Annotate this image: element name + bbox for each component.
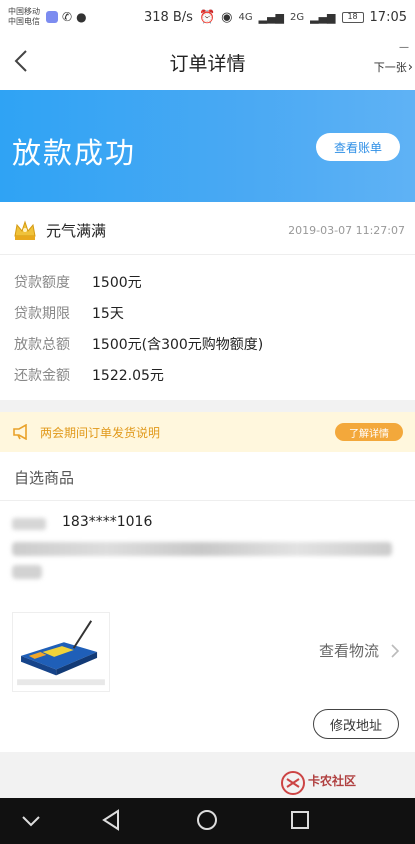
detail-value: 1500元(含300元购物额度) [92,336,264,353]
next-order-button[interactable]: 下一张› [374,59,413,75]
divider [0,254,415,255]
app-notification-icon [46,11,58,23]
detail-label: 贷款额度 [14,274,70,291]
network-speed: 318 B/s [143,9,193,25]
detail-label: 还款金额 [14,367,70,384]
home-icon[interactable] [195,808,219,832]
clock: 17:05 [369,9,407,25]
battery-icon: 18 [341,11,364,23]
notification-icons: ✆ ● [46,10,87,24]
loan-details: 贷款额度 1500元 贷款期限 15天 放款总额 1500元(含300元购物额度… [14,266,263,390]
address-blurred-line2 [12,565,42,579]
chevron-right-icon [391,643,400,658]
view-bill-button[interactable]: 查看账单 [316,133,400,161]
detail-value: 1522.05元 [92,367,164,384]
address-blurred [12,542,392,556]
divider [0,500,415,501]
detail-value: 15天 [92,305,124,322]
missed-call-icon: ✆ [62,10,73,24]
signal-2g: 2G [290,11,305,23]
status-bar: 中国移动 中国电信 ✆ ● 318 B/s ⏰ ◉ 4G ▂▄▆ 2G ▂▄▆ … [0,0,415,34]
merchant-name: 元气满满 [46,221,107,240]
watermark-logo-icon [281,771,305,795]
signal-icon-2: ▂▄▆ [310,10,336,24]
status-banner: 放款成功 查看账单 [0,90,415,202]
megaphone-icon [13,424,27,440]
signal-4g: 4G [238,11,253,23]
recipient-phone: 183****1016 [62,514,153,530]
message-icon: ● [76,10,87,24]
notice-text: 两会期间订单发货说明 [40,425,161,440]
top-dash: — [399,42,409,53]
signal-icon: ▂▄▆ [258,10,285,24]
back-icon[interactable] [100,808,124,832]
carrier-2: 中国电信 [8,17,40,26]
watermark: 卡农社区 [276,768,415,798]
recents-icon[interactable] [288,808,312,832]
order-time: 2019-03-07 11:27:07 [288,223,405,237]
detail-row: 贷款期限 15天 [14,297,263,328]
product-image[interactable] [12,612,110,692]
view-logistics-link[interactable]: 查看物流 [319,640,401,661]
page-title: 订单详情 [169,52,246,75]
carrier-labels: 中国移动 中国电信 [8,7,40,27]
merchant-row: 元气满满 2019-03-07 11:27:07 [12,216,405,244]
alarm-icon: ⏰ [198,9,216,25]
detail-label: 放款总额 [14,336,70,353]
eye-comfort-icon: ◉ [221,9,233,25]
detail-row: 贷款额度 1500元 [14,266,263,297]
detail-row: 放款总额 1500元(含300元购物额度) [14,328,263,359]
detail-row: 还款金额 1522.05元 [14,359,263,390]
nav-bar: 订单详情 — 下一张› [0,34,415,90]
recipient-name-blurred [12,518,46,530]
system-nav-bar [0,798,415,844]
learn-more-button[interactable]: 了解详情 [335,423,403,441]
notice-bar[interactable]: 两会期间订单发货说明 了解详情 [0,412,415,452]
goods-section-title: 自选商品 [14,469,75,487]
collapse-icon[interactable] [20,813,42,829]
chevron-right-icon: › [407,60,413,75]
banner-title: 放款成功 [12,136,137,170]
back-arrow-icon[interactable] [8,46,36,76]
logistics-label: 查看物流 [318,642,379,660]
goods-card: 自选商品 183****1016 查看物流 修改地址 [0,452,415,752]
next-label: 下一张 [373,61,407,74]
watermark-text: 卡农社区 [308,774,357,788]
carrier-1: 中国移动 [8,7,40,16]
modify-address-button[interactable]: 修改地址 [313,709,399,739]
loan-info-card: 元气满满 2019-03-07 11:27:07 贷款额度 1500元 贷款期限… [0,202,415,400]
detail-value: 1500元 [92,274,142,291]
detail-label: 贷款期限 [14,305,70,322]
crown-icon [14,220,36,240]
